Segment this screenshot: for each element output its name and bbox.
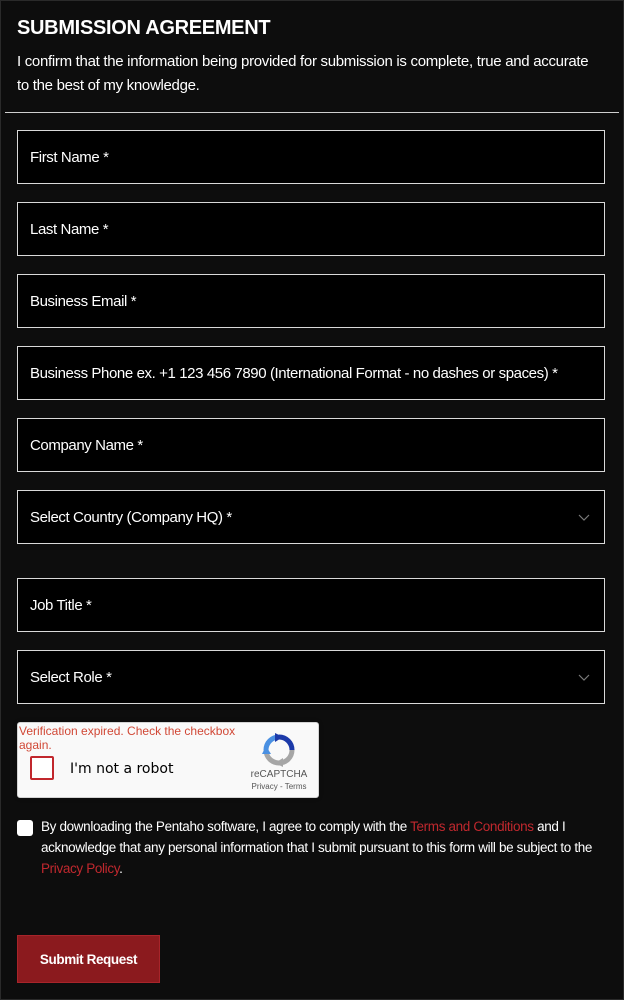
first-name-input[interactable] [18, 131, 604, 183]
recaptcha-logo-icon [262, 733, 295, 767]
consent-text-before: By downloading the Pentaho software, I a… [41, 819, 411, 834]
business-phone-field [17, 346, 605, 400]
agreement-text: I confirm that the information being pro… [17, 53, 589, 94]
first-name-field [17, 130, 605, 184]
country-select-value: Select Country (Company HQ) * [30, 509, 232, 526]
consent-text-after: . [119, 861, 123, 876]
recaptcha-brand: reCAPTCHA [250, 769, 308, 780]
recaptcha-error: Verification expired. Check the checkbox… [19, 724, 236, 752]
recaptcha-checkbox[interactable] [30, 756, 54, 780]
recaptcha-terms-link[interactable]: Terms [285, 782, 307, 791]
consent-text: By downloading the Pentaho software, I a… [41, 816, 613, 879]
job-title-field [17, 578, 605, 632]
company-name-field [17, 418, 605, 472]
consent-checkbox[interactable] [17, 820, 33, 836]
privacy-policy-link[interactable]: Privacy Policy [41, 861, 119, 876]
last-name-input[interactable] [18, 203, 604, 255]
job-title-input[interactable] [18, 579, 604, 631]
last-name-field [17, 202, 605, 256]
chevron-down-icon [578, 674, 590, 681]
recaptcha-privacy-link[interactable]: Privacy [252, 782, 278, 791]
divider [5, 112, 619, 113]
recaptcha-links: Privacy - Terms [244, 782, 314, 791]
terms-and-conditions-link[interactable]: Terms and Conditions [410, 819, 534, 834]
role-select-value: Select Role * [30, 669, 112, 686]
submit-request-button[interactable]: Submit Request [17, 935, 160, 983]
chevron-down-icon [578, 514, 590, 521]
business-email-field [17, 274, 605, 328]
recaptcha-label: I'm not a robot [70, 761, 174, 777]
business-phone-input[interactable] [18, 347, 604, 399]
recaptcha-widget: Verification expired. Check the checkbox… [17, 722, 319, 798]
role-select[interactable]: Select Role * [17, 650, 605, 704]
recaptcha-link-separator: - [277, 782, 285, 791]
company-name-input[interactable] [18, 419, 604, 471]
business-email-input[interactable] [18, 275, 604, 327]
country-select[interactable]: Select Country (Company HQ) * [17, 490, 605, 544]
agreement-heading: SUBMISSION AGREEMENT [17, 17, 271, 39]
